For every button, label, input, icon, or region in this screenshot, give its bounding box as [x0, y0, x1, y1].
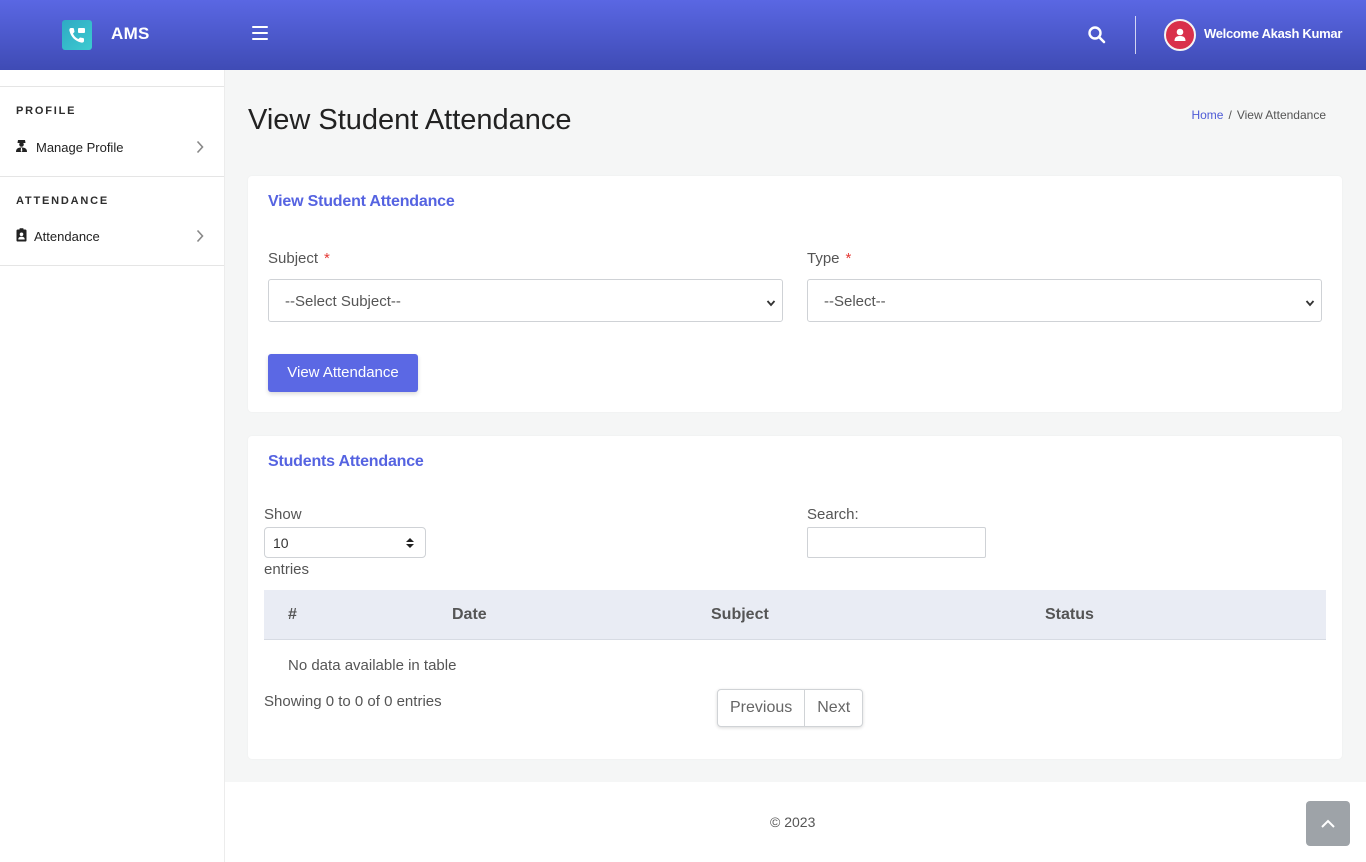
table-header-row: # Date Subject Status: [264, 590, 1326, 640]
next-page-button[interactable]: Next: [805, 690, 862, 726]
subject-select[interactable]: --Select Subject--: [268, 279, 783, 322]
view-attendance-button[interactable]: View Attendance: [268, 354, 418, 392]
entries-length-value: 10: [273, 535, 289, 551]
table-card-title: Students Attendance: [268, 453, 424, 470]
search-label: Search:: [807, 506, 859, 523]
column-header-subject[interactable]: Subject: [711, 606, 769, 624]
breadcrumb-current: View Attendance: [1236, 108, 1326, 122]
column-header-number[interactable]: #: [288, 606, 297, 624]
type-select[interactable]: --Select--: [807, 279, 1322, 322]
subject-label: Subject *: [268, 250, 330, 267]
sidebar-item-label: Attendance: [34, 229, 100, 244]
required-mark: *: [324, 250, 330, 267]
app-logo-icon[interactable]: [62, 20, 92, 50]
pagination: Previous Next: [717, 689, 864, 727]
chevron-right-icon: [196, 229, 204, 243]
sidebar-divider: [0, 176, 224, 177]
length-entries-label: entries: [264, 561, 310, 578]
sidebar-item-label: Manage Profile: [36, 140, 124, 155]
welcome-user-text[interactable]: Welcome Akash Kumar: [1204, 26, 1342, 41]
top-navbar: AMS Welcome Akash Kumar: [0, 0, 1366, 70]
breadcrumb: Home / View Attendance: [1191, 108, 1326, 122]
table-search-input[interactable]: [807, 527, 986, 558]
type-select-value: --Select--: [824, 293, 886, 310]
subject-label-text: Subject: [268, 250, 319, 267]
menu-toggle-icon[interactable]: [252, 26, 268, 40]
column-header-status[interactable]: Status: [1045, 606, 1094, 624]
chevron-down-icon: [1305, 295, 1315, 307]
entries-length-select[interactable]: 10: [264, 527, 426, 558]
breadcrumb-separator: /: [1228, 108, 1232, 122]
filter-card-title: View Student Attendance: [268, 193, 455, 210]
copyright-text: © 2023: [770, 814, 816, 830]
sidebar-heading-attendance: ATTENDANCE: [16, 195, 109, 207]
chevron-right-icon: [196, 140, 204, 154]
user-tie-icon: [15, 139, 28, 153]
subject-select-value: --Select Subject--: [285, 293, 401, 310]
type-label-text: Type: [807, 250, 840, 267]
required-mark: *: [845, 250, 852, 267]
breadcrumb-home-link[interactable]: Home: [1191, 108, 1223, 122]
table-info: Showing 0 to 0 of 0 entries: [264, 693, 442, 710]
back-to-top-button[interactable]: [1306, 801, 1350, 846]
filter-card: View Student Attendance Subject * --Selec…: [248, 176, 1342, 412]
sidebar-item-attendance[interactable]: Attendance: [0, 222, 224, 250]
sidebar-item-manage-profile[interactable]: Manage Profile: [0, 133, 224, 161]
previous-page-button[interactable]: Previous: [718, 690, 806, 726]
attendance-table-card: Students Attendance Show 10 entries Sear…: [248, 436, 1342, 759]
footer: © 2023: [225, 782, 1366, 862]
sidebar: PROFILE Manage Profile ATTENDANCE Attend…: [0, 70, 225, 862]
header-divider: [1135, 16, 1136, 54]
page-title: View Student Attendance: [248, 104, 572, 136]
brand-name[interactable]: AMS: [111, 24, 150, 44]
table-empty-message: No data available in table: [288, 657, 457, 674]
id-badge-icon: [16, 228, 29, 242]
length-show-label: Show: [264, 506, 302, 523]
chevron-up-icon: [1321, 819, 1335, 828]
column-header-date[interactable]: Date: [452, 606, 487, 624]
search-icon[interactable]: [1087, 25, 1107, 45]
sort-updown-icon: [405, 536, 415, 550]
sidebar-divider: [0, 265, 224, 266]
user-avatar-icon[interactable]: [1164, 19, 1196, 51]
sidebar-heading-profile: PROFILE: [16, 105, 77, 117]
chevron-down-icon: [766, 295, 776, 307]
sidebar-divider: [0, 86, 224, 87]
type-label: Type *: [807, 250, 851, 267]
